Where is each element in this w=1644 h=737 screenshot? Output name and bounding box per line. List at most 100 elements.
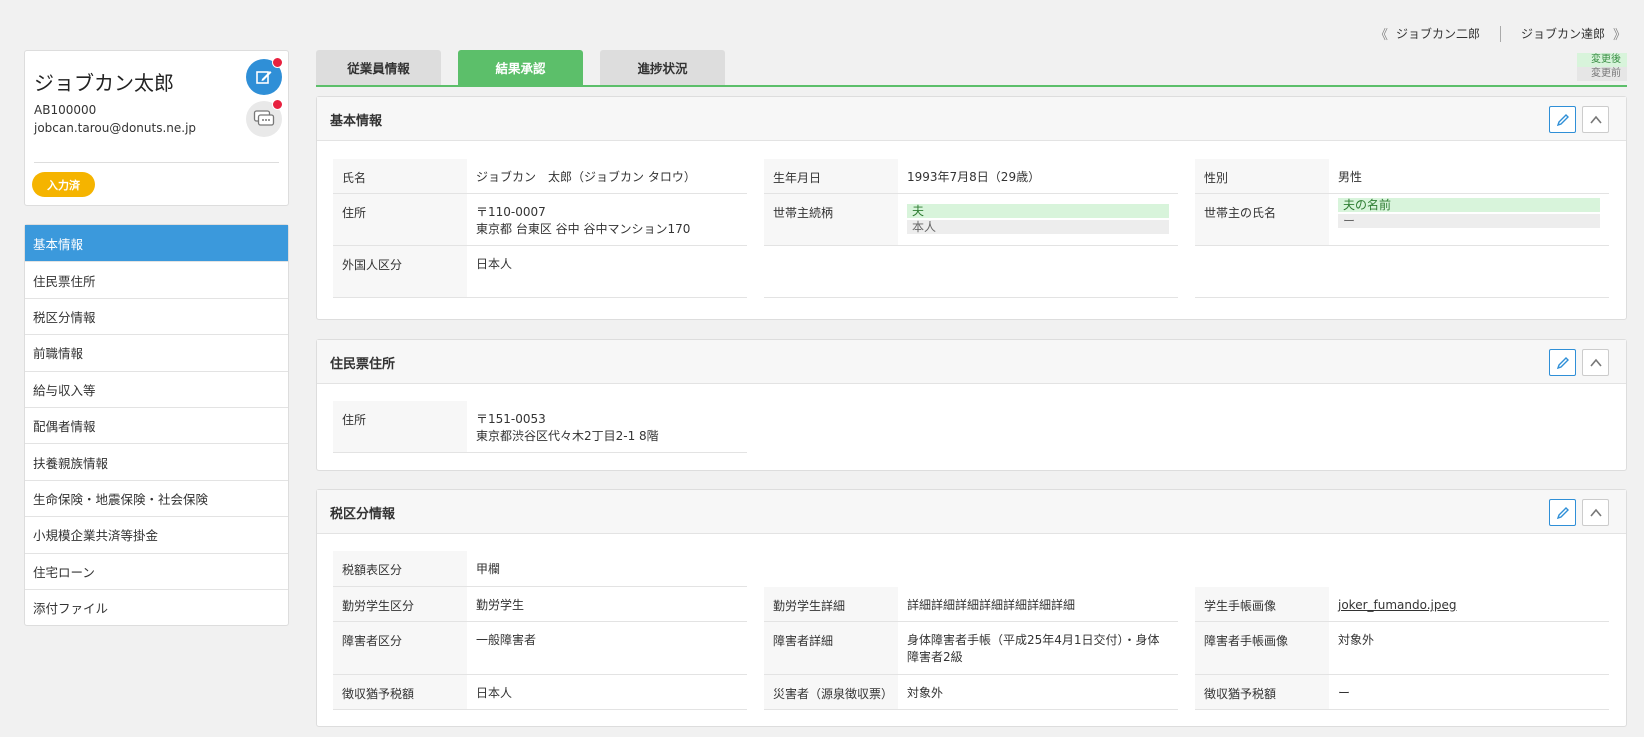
pencil-icon xyxy=(1556,356,1569,369)
sidebar-item-insurance[interactable]: 生命保険・地震保険・社会保険 xyxy=(25,479,288,516)
sidebar-item-attachments[interactable]: 添付ファイル xyxy=(25,588,288,625)
empty-cell xyxy=(764,246,1178,298)
field-value: 男性 xyxy=(1338,170,1363,184)
edit-request-button[interactable] xyxy=(246,57,283,95)
chat-button[interactable] xyxy=(246,99,283,137)
sidebar-item-spouse[interactable]: 配偶者情報 xyxy=(25,406,288,443)
field-gender: 性別 男性 xyxy=(1195,159,1609,194)
edit-button[interactable] xyxy=(1549,499,1576,526)
address-line: 〒151-0053 xyxy=(476,412,546,426)
field-disability-detail: 障害者詳細 身体障害者手帳（平成25年4月1日交付）・身体障害者2級 xyxy=(764,622,1178,675)
field-value: 甲欄 xyxy=(476,562,501,576)
next-arrow-icon[interactable]: 》 xyxy=(1613,24,1626,43)
chat-icon xyxy=(253,110,275,126)
prev-arrow-icon[interactable]: 《 xyxy=(1375,24,1388,43)
section-nav: 基本情報 住民票住所 税区分情報 前職情報 給与収入等 配偶者情報 扶養親族情報… xyxy=(24,224,289,627)
field-label: 外国人区分 xyxy=(333,246,467,297)
chevron-up-icon xyxy=(1589,115,1602,124)
field-label: 住所 xyxy=(333,194,467,245)
field-label: 障害者手帳画像 xyxy=(1195,622,1329,674)
field-value: 勤労学生 xyxy=(476,598,525,612)
pencil-icon xyxy=(1556,113,1569,126)
field-label: 学生手帳画像 xyxy=(1195,587,1329,621)
value-before: 本人 xyxy=(907,220,1169,234)
notification-dot xyxy=(272,57,283,68)
status-badge: 入力済 xyxy=(32,172,95,197)
field-label: 氏名 xyxy=(333,159,467,193)
field-name: 氏名 ジョブカン 太郎（ジョブカン タロウ） xyxy=(333,159,747,194)
section-header: 税区分情報 xyxy=(317,490,1626,534)
next-employee-link[interactable]: ジョブカン達郎 xyxy=(1521,25,1605,42)
employee-email: jobcan.tarou@donuts.ne.jp xyxy=(34,121,197,135)
tab-progress[interactable]: 進捗状況 xyxy=(600,50,725,85)
field-value: ジョブカン 太郎（ジョブカン タロウ） xyxy=(476,170,696,184)
employee-name: ジョブカン太郎 xyxy=(34,71,174,95)
field-disability: 障害者区分 一般障害者 xyxy=(333,622,747,675)
field-disaster: 災害者（源泉徴収票） 対象外 xyxy=(764,675,1178,710)
field-label: 災害者（源泉徴収票） xyxy=(764,675,898,709)
field-value: 〒110-0007 東京都 台東区 谷中 谷中マンション170 xyxy=(467,194,747,245)
sidebar-item-salary-income[interactable]: 給与収入等 xyxy=(25,370,288,407)
profile-card: ジョブカン太郎 AB100000 jobcan.tarou@donuts.ne.… xyxy=(24,50,289,206)
edit-button[interactable] xyxy=(1549,106,1576,133)
section-title: 税区分情報 xyxy=(330,507,396,522)
prev-employee-link[interactable]: ジョブカン二郎 xyxy=(1396,25,1480,42)
basic-info-section: 基本情報 氏名 ジョブカン 太郎（ジョブカン タロウ） 生年月日 1993年7月… xyxy=(316,96,1627,320)
value-before: ー xyxy=(1338,214,1600,228)
section-title: 住民票住所 xyxy=(330,357,396,372)
field-deferral-tax: 徴収猶予税額 日本人 xyxy=(333,675,747,710)
sidebar-item-housing-loan[interactable]: 住宅ローン xyxy=(25,552,288,589)
chevron-up-icon xyxy=(1589,358,1602,367)
field-label: 税額表区分 xyxy=(333,551,467,586)
field-label: 世帯主の氏名 xyxy=(1195,194,1329,245)
field-label: 障害者詳細 xyxy=(764,622,898,674)
tab-bar: 従業員情報 結果承認 進捗状況 xyxy=(316,50,1627,87)
edit-button[interactable] xyxy=(1549,349,1576,376)
sidebar-item-mutual-aid[interactable]: 小規模企業共済等掛金 xyxy=(25,516,288,552)
field-value: 対象外 xyxy=(1338,633,1375,647)
employee-pager: 《 ジョブカン二郎 ジョブカン達郎 》 xyxy=(1375,24,1626,43)
value-after: 夫の名前 xyxy=(1338,198,1600,212)
change-legend: 変更後 変更前 xyxy=(1577,53,1627,81)
field-birthdate: 生年月日 1993年7月8日（29歳） xyxy=(764,159,1178,194)
address-line: 東京都渋谷区代々木2丁目2-1 8階 xyxy=(476,429,659,443)
sidebar-item-previous-job[interactable]: 前職情報 xyxy=(25,334,288,370)
sidebar-item-dependents[interactable]: 扶養親族情報 xyxy=(25,443,288,479)
section-header: 住民票住所 xyxy=(317,340,1626,384)
field-value: 夫の名前ー xyxy=(1329,194,1609,245)
notification-dot xyxy=(272,99,283,110)
field-label: 徴収猶予税額 xyxy=(1195,675,1329,709)
field-value: 身体障害者手帳（平成25年4月1日交付）・身体障害者2級 xyxy=(907,633,1160,664)
field-disability-image: 障害者手帳画像 対象外 xyxy=(1195,622,1609,675)
collapse-button[interactable] xyxy=(1582,349,1609,376)
sidebar-item-basic-info[interactable]: 基本情報 xyxy=(25,225,288,262)
field-tax-table: 税額表区分 甲欄 xyxy=(333,551,747,587)
field-value: 〒151-0053 東京都渋谷区代々木2丁目2-1 8階 xyxy=(467,401,747,452)
sidebar-item-resident-address[interactable]: 住民票住所 xyxy=(25,261,288,297)
tax-category-section: 税区分情報 税額表区分 甲欄 勤労学生区分 勤労学生 勤労学生詳細 詳細詳細詳細… xyxy=(316,489,1627,727)
field-label: 生年月日 xyxy=(764,159,898,193)
legend-after: 変更後 xyxy=(1577,53,1627,67)
field-label: 世帯主続柄 xyxy=(764,194,898,245)
collapse-button[interactable] xyxy=(1582,106,1609,133)
field-label: 住所 xyxy=(333,401,467,452)
empty-cell xyxy=(1195,246,1609,298)
field-value: 1993年7月8日（29歳） xyxy=(907,170,1041,184)
employee-id: AB100000 xyxy=(34,103,97,117)
address-line: 東京都 台東区 谷中 谷中マンション170 xyxy=(476,222,691,236)
value-after: 夫 xyxy=(907,204,1169,218)
student-image-link[interactable]: joker_fumando.jpeg xyxy=(1338,598,1457,612)
field-value: 夫本人 xyxy=(898,194,1178,245)
sidebar-item-tax-category[interactable]: 税区分情報 xyxy=(25,297,288,334)
address-line: 〒110-0007 xyxy=(476,205,546,219)
field-working-student: 勤労学生区分 勤労学生 xyxy=(333,587,747,622)
field-value: 一般障害者 xyxy=(476,633,537,647)
section-title: 基本情報 xyxy=(330,114,383,129)
field-household-relation: 世帯主続柄 夫本人 xyxy=(764,194,1178,246)
collapse-button[interactable] xyxy=(1582,499,1609,526)
tab-employee-info[interactable]: 従業員情報 xyxy=(316,50,441,85)
tab-result-approval[interactable]: 結果承認 xyxy=(458,50,583,85)
field-foreigner: 外国人区分 日本人 xyxy=(333,246,747,298)
field-value: 対象外 xyxy=(907,686,944,700)
profile-divider xyxy=(34,162,279,163)
